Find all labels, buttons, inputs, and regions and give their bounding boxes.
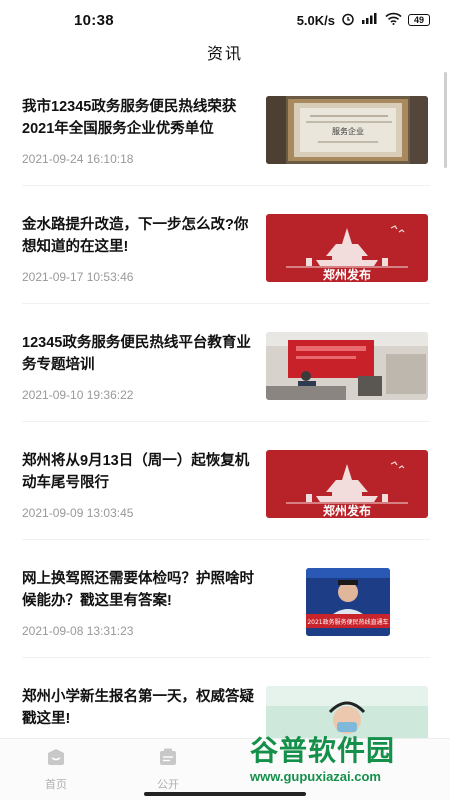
news-date: 2021-09-10 19:36:22 <box>22 388 134 402</box>
police-officer-caption: 2021政务服务便民热线直通车 <box>307 618 388 626</box>
home-indicator <box>144 792 306 796</box>
news-title[interactable]: 12345政务服务便民热线平台教育业务专题培训 <box>22 332 262 376</box>
notice-icon <box>157 747 179 772</box>
home-icon <box>45 747 67 772</box>
police-officer-image[interactable]: 2021政务服务便民热线直通车 <box>306 568 390 636</box>
news-title[interactable]: 金水路提升改造，下一步怎么改?你想知道的在这里! <box>22 214 262 258</box>
news-title[interactable]: 郑州将从9月13日（周一）起恢复机动车尾号限行 <box>22 450 262 494</box>
news-item[interactable]: 12345政务服务便民热线平台教育业务专题培训 2021-09-10 19:36… <box>22 304 430 422</box>
news-date: 2021-09-09 13:03:45 <box>22 506 134 520</box>
news-item[interactable]: 郑州将从9月13日（周一）起恢复机动车尾号限行 2021-09-09 13:03… <box>22 422 430 540</box>
news-title[interactable]: 郑州小学新生报名第一天，权威答疑戳这里! <box>22 686 262 730</box>
news-date: 2021-09-24 16:10:18 <box>22 152 134 166</box>
watermark-url: www.gupuxiazai.com <box>250 769 381 784</box>
watermark-title: 谷普软件园 <box>250 735 396 766</box>
tab-public[interactable]: 公开 <box>112 739 224 800</box>
zhengzhou-release-text: 郑州发布 <box>323 503 371 518</box>
award-plaque-image[interactable]: 服务企业 <box>266 96 428 164</box>
tab-home-label: 首页 <box>45 779 67 791</box>
scrollbar[interactable] <box>444 72 447 168</box>
news-item[interactable]: 金水路提升改造，下一步怎么改?你想知道的在这里! 2021-09-17 10:5… <box>22 186 430 304</box>
wifi-icon <box>385 12 402 28</box>
news-item[interactable]: 网上换驾照还需要体检吗？护照啥时候能办？戳这里有答案! 2021-09-08 1… <box>22 540 430 658</box>
news-date: 2021-09-08 13:31:23 <box>22 624 134 638</box>
zhengzhou-release-image[interactable]: 郑州发布 <box>266 214 428 282</box>
battery-icon: 49 <box>408 14 430 26</box>
network-speed: 5.0K/s <box>296 12 335 28</box>
watermark-logo: 谷普软件园 www.gupuxiazai.com <box>250 735 450 795</box>
zhengzhou-release-text: 郑州发布 <box>323 267 371 282</box>
news-list[interactable]: 我市12345政务服务便民热线荣获2021年全国服务企业优秀单位 2021-09… <box>0 68 450 738</box>
page-title: 资讯 <box>206 46 243 63</box>
news-item[interactable]: 郑州小学新生报名第一天，权威答疑戳这里! <box>22 658 430 738</box>
status-icons: 5.0K/s 49 <box>297 12 430 29</box>
operator-image[interactable] <box>266 686 428 738</box>
news-title[interactable]: 我市12345政务服务便民热线荣获2021年全国服务企业优秀单位 <box>22 96 262 140</box>
news-title[interactable]: 网上换驾照还需要体检吗？护照啥时候能办？戳这里有答案! <box>22 568 262 612</box>
news-item[interactable]: 我市12345政务服务便民热线荣获2021年全国服务企业优秀单位 2021-09… <box>22 68 430 186</box>
status-bar: 10:38 5.0K/s 49 <box>0 0 450 40</box>
zhengzhou-release-image[interactable]: 郑州发布 <box>266 450 428 518</box>
alarm-icon <box>341 12 355 29</box>
tab-home[interactable]: 首页 <box>0 739 112 800</box>
status-time: 10:38 <box>74 11 114 29</box>
training-room-image[interactable] <box>266 332 428 400</box>
tab-public-label: 公开 <box>157 779 179 791</box>
hd-signal-icon <box>361 12 379 28</box>
news-date: 2021-09-17 10:53:46 <box>22 270 134 284</box>
award-plaque-text: 服务企业 <box>332 126 364 136</box>
